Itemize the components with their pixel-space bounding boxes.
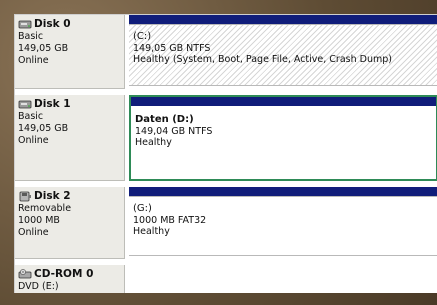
cdrom-drive-icon: [18, 269, 32, 279]
volume-size-fs: 149,04 GB NTFS: [135, 125, 213, 137]
disk-name-label: Disk 0: [34, 18, 71, 30]
partition-bar: [129, 15, 437, 24]
disk-type: Basic: [18, 111, 44, 122]
disk-management-panel: Disk 0 Basic 149,05 GB Online (C:) 149,0…: [14, 14, 437, 293]
disk-status: Online: [18, 55, 49, 66]
disk-row-2[interactable]: Disk 2 Removable 1000 MB Online (G:) 100…: [15, 187, 437, 259]
cdrom-type: DVD (E:): [18, 281, 59, 292]
disk-status: Online: [18, 227, 49, 238]
disk-name-label: Disk 2: [34, 190, 71, 202]
volume-label: (G:): [133, 203, 152, 214]
disk-size: 149,05 GB: [18, 123, 69, 134]
disk-info-2[interactable]: Disk 2 Removable 1000 MB Online: [15, 187, 125, 259]
disk-info-1[interactable]: Disk 1 Basic 149,05 GB Online: [15, 95, 125, 181]
partition-body[interactable]: (C:) 149,05 GB NTFS Healthy (System, Boo…: [129, 24, 437, 86]
disk-size: 149,05 GB: [18, 43, 69, 54]
cdrom-info[interactable]: CD-ROM 0 DVD (E:): [15, 265, 125, 293]
partition-bar: [129, 187, 437, 196]
cdrom-row[interactable]: CD-ROM 0 DVD (E:): [15, 265, 437, 293]
disk-name-label: Disk 1: [34, 98, 71, 110]
disk-status: Online: [18, 135, 49, 146]
disk-row-0[interactable]: Disk 0 Basic 149,05 GB Online (C:) 149,0…: [15, 15, 437, 89]
volume-label: Daten (D:): [135, 114, 194, 125]
volume-health: Healthy (System, Boot, Page File, Active…: [133, 54, 392, 65]
hard-disk-icon: [18, 100, 32, 109]
disk-type: Basic: [18, 31, 44, 42]
disk-type: Removable: [18, 203, 72, 214]
removable-disk-icon: [19, 191, 31, 202]
partition-bar: [131, 97, 436, 106]
volume-health: Healthy: [135, 137, 172, 148]
partition-g[interactable]: (G:) 1000 MB FAT32 Healthy: [129, 187, 437, 259]
volume-size-fs: 149,05 GB NTFS: [133, 42, 211, 54]
partition-body[interactable]: Daten (D:) 149,04 GB NTFS Healthy: [131, 106, 436, 176]
disk-row-1[interactable]: Disk 1 Basic 149,05 GB Online Daten (D:)…: [15, 95, 437, 181]
volume-label: (C:): [133, 31, 152, 42]
volume-health: Healthy: [133, 226, 170, 237]
disk-size: 1000 MB: [18, 215, 60, 226]
volume-size-fs: 1000 MB FAT32: [133, 214, 207, 226]
hard-disk-icon: [18, 20, 32, 29]
partition-d[interactable]: Daten (D:) 149,04 GB NTFS Healthy: [129, 95, 437, 181]
disk-info-0[interactable]: Disk 0 Basic 149,05 GB Online: [15, 15, 125, 89]
cdrom-name-label: CD-ROM 0: [34, 268, 94, 280]
partition-body[interactable]: (G:) 1000 MB FAT32 Healthy: [129, 196, 437, 256]
partition-c[interactable]: (C:) 149,05 GB NTFS Healthy (System, Boo…: [129, 15, 437, 89]
